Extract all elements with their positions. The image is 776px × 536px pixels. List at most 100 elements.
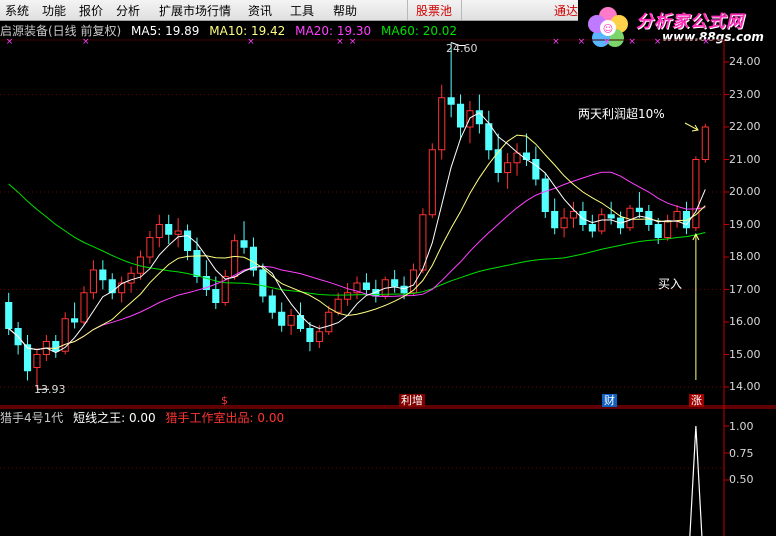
top-x-marker: × <box>349 37 357 47</box>
candle-body <box>306 328 314 342</box>
candle-body <box>52 341 60 352</box>
top-x-marker: × <box>247 37 255 47</box>
candle-body <box>315 331 323 342</box>
price-tick-label: 24.00 <box>729 55 761 68</box>
candle-body <box>118 282 126 294</box>
candle-body <box>588 224 596 232</box>
price-tick-label: 22.00 <box>729 120 761 133</box>
candle-body <box>249 246 258 271</box>
candle-body <box>692 159 700 229</box>
candle-body <box>71 318 79 323</box>
candle-body <box>428 149 436 216</box>
indicator-panel <box>689 425 703 536</box>
ma20-line <box>8 171 706 351</box>
candle-body <box>673 211 681 222</box>
top-x-marker: × <box>552 37 560 47</box>
candle-body <box>127 272 135 284</box>
price-tick-label: 17.00 <box>729 282 761 296</box>
indicator-info-bar: 猎手4号1代 短线之王: 0.00 猎手工作室出品: 0.00 <box>0 409 290 425</box>
candle-body <box>504 162 512 173</box>
price-tick-label: 18.00 <box>729 250 761 263</box>
candle-body <box>287 315 295 326</box>
top-x-marker: × <box>578 37 586 47</box>
indicator-name: 猎手4号1代 <box>0 411 64 425</box>
low-price-marker: 13.93 <box>34 383 66 396</box>
price-tick-label: 23.00 <box>729 87 761 101</box>
ma10-line <box>8 134 706 351</box>
top-x-marker: × <box>628 37 636 47</box>
candle-body <box>33 354 41 368</box>
candle-body <box>146 237 154 258</box>
price-tick-label: 20.00 <box>729 185 761 198</box>
price-tick-label: 15.00 <box>729 347 761 361</box>
candle-body <box>89 269 97 294</box>
candle-body <box>325 311 333 333</box>
candle-body <box>541 178 549 212</box>
event-marker-dollar[interactable]: $ <box>219 394 230 407</box>
indicator-axis-label: 1.00 <box>729 420 754 433</box>
top-x-marker: × <box>654 37 662 47</box>
candle-body <box>174 230 182 235</box>
candle-body <box>278 311 286 326</box>
candle-body <box>391 279 399 287</box>
candle-body <box>212 289 220 303</box>
event-marker-rise[interactable]: 涨 <box>689 394 704 407</box>
candle-body <box>701 126 709 160</box>
indicator-line2: 猎手工作室出品: 0.00 <box>165 411 285 425</box>
candle-body <box>635 207 643 212</box>
candle-body <box>362 282 370 290</box>
candle-body <box>654 224 662 238</box>
candle-body <box>259 269 267 297</box>
candle-body <box>268 295 276 313</box>
candle-body <box>551 211 559 229</box>
candle-body <box>485 123 493 151</box>
candle-body <box>664 220 672 238</box>
candle-body <box>579 211 587 225</box>
candle-body <box>400 285 408 294</box>
candle-body <box>626 207 634 229</box>
gain-annotation: 两天利润超10% <box>578 107 665 121</box>
candle-body <box>80 292 88 323</box>
indicator-axis-label: 0.50 <box>729 473 754 486</box>
price-tick-label: 21.00 <box>729 152 761 166</box>
chart-markers: × × × × × × × × × × × <box>6 37 710 390</box>
top-x-marker: × <box>6 37 14 47</box>
candle-body <box>438 97 446 151</box>
candle-body <box>560 217 568 229</box>
moving-average-lines <box>8 112 706 354</box>
price-tick-label: 19.00 <box>729 217 761 231</box>
candle-body <box>165 224 173 235</box>
candle-body <box>344 292 352 300</box>
high-price-marker: 24.60 <box>446 42 478 55</box>
candle-body <box>61 318 69 352</box>
candle-body <box>456 103 465 128</box>
candle-body <box>494 149 502 173</box>
top-x-marker: × <box>702 37 710 47</box>
candle-body <box>5 302 13 329</box>
indicator-spike <box>689 425 703 536</box>
candle-body <box>231 240 239 277</box>
top-x-marker: × <box>82 37 90 47</box>
candle-body <box>532 159 540 180</box>
candle-body <box>607 214 615 219</box>
event-marker-profit-increase[interactable]: 利增 <box>399 394 425 407</box>
candle-body <box>522 152 530 160</box>
candle-body <box>184 230 192 251</box>
candle-body <box>155 224 163 238</box>
candle-body <box>447 97 455 105</box>
candle-body <box>108 279 116 294</box>
indicator-line1: 短线之王: 0.00 <box>73 411 156 425</box>
price-tick-label: 14.00 <box>729 380 761 393</box>
candle-body <box>99 269 107 281</box>
top-x-marker: × <box>336 37 344 47</box>
buy-annotation: 买入 <box>658 277 683 291</box>
top-x-marker: × <box>603 37 611 47</box>
kline-chart[interactable]: × × × × × × × × × × × <box>0 0 776 536</box>
event-marker-finance[interactable]: 财 <box>602 394 617 407</box>
ma5-line <box>8 112 706 354</box>
candle-body <box>240 240 248 248</box>
indicator-axis-label: 0.75 <box>729 447 754 460</box>
candle-body <box>193 250 201 277</box>
candle-body <box>569 211 578 219</box>
candle-body <box>598 214 606 232</box>
